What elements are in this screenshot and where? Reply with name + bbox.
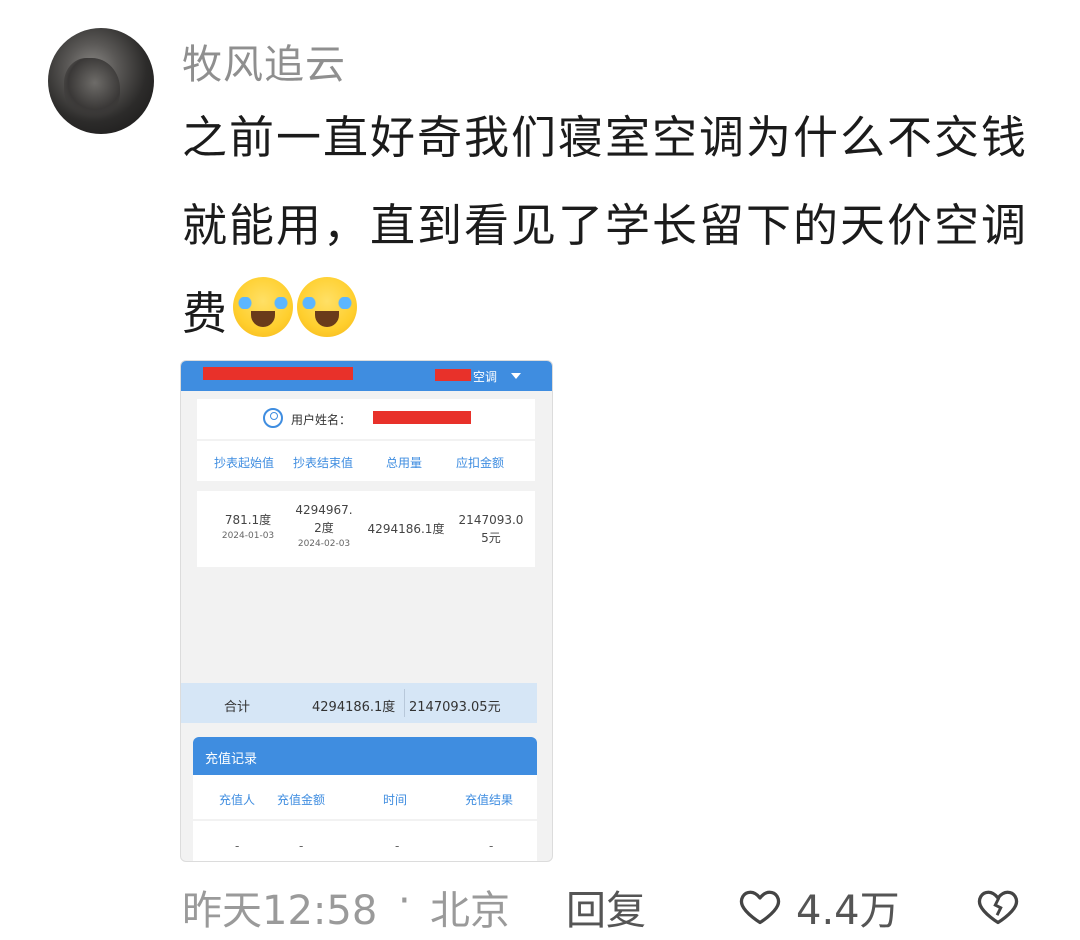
divider [404,689,405,717]
column-header: 充值金额 [277,793,326,807]
recharge-table-header: 充值人 充值金额 时间 充值结果 [193,775,537,819]
amount-value: 2147093.05元 [458,513,524,545]
user-icon [263,408,283,428]
crying-laughing-emoji-icon [233,277,294,337]
comment-time: 昨天12:58 [182,888,378,934]
table-row: 781.1度 2024-01-03 4294967.2度 2024-02-03 … [197,491,535,567]
usage-cell: 4294186.1度 [367,522,445,536]
total-label: 合计 [224,700,251,715]
recharge-value: - [299,839,304,853]
user-avatar[interactable] [48,28,154,134]
dislike-heart-icon[interactable] [976,884,1020,928]
recharge-value: - [235,839,240,853]
column-header: 时间 [383,793,408,807]
reply-button[interactable]: 回复 [566,878,646,936]
table-row: - - - - [193,821,537,861]
separator-dot: · [398,878,411,924]
start-value-cell: 781.1度 2024-01-03 [211,511,285,543]
column-header: 抄表起始值 [214,456,275,470]
meter-table-header: 抄表起始值 抄表结束值 总用量 应扣金额 [197,441,535,481]
comment-location: 北京 [430,888,510,934]
recharge-value: - [489,839,494,853]
redaction-bar [435,369,471,381]
end-date: 2024-02-03 [297,539,351,549]
chevron-down-icon [511,373,521,379]
recharge-title: 充值记录 [205,752,258,767]
user-name-label: 用户姓名： [291,413,352,427]
redaction-bar [203,367,353,380]
end-value: 4294967.2度 [295,503,353,535]
start-value: 781.1度 [224,513,272,527]
column-header: 充值结果 [465,793,514,807]
column-header: 充值人 [219,793,256,807]
total-amount: 2147093.05元 [409,700,501,715]
user-name-row: 用户姓名： [197,399,535,439]
redaction-bar [373,411,471,424]
amount-cell: 2147093.05元 [451,511,531,547]
header-category-label: 空调 [473,370,498,384]
column-header: 应扣金额 [456,456,505,470]
recharge-value: - [395,839,400,853]
start-date: 2024-01-03 [221,531,275,541]
column-header: 抄表结束值 [293,456,354,470]
crying-laughing-emoji-icon [297,277,358,337]
recharge-section-header: 充值记录 [193,737,537,775]
total-usage: 4294186.1度 [312,700,396,715]
total-row: 合计 4294186.1度 2147093.05元 [181,683,537,723]
screenshot-header: 空调 [181,361,552,391]
column-header: 总用量 [386,456,423,470]
end-value-cell: 4294967.2度 2024-02-03 [287,501,361,551]
comment-text: 之前一直好奇我们寝室空调为什么不交钱就能用，直到看见了学长留下的天价空调费 [182,94,1052,358]
like-count: 4.4万 [796,888,900,934]
attached-screenshot[interactable]: 空调 用户姓名： 抄表起始值 抄表结束值 总用量 应扣金额 781.1度 202… [180,360,553,862]
like-heart-icon[interactable] [738,884,782,928]
comment-username[interactable]: 牧风追云 [182,32,346,90]
